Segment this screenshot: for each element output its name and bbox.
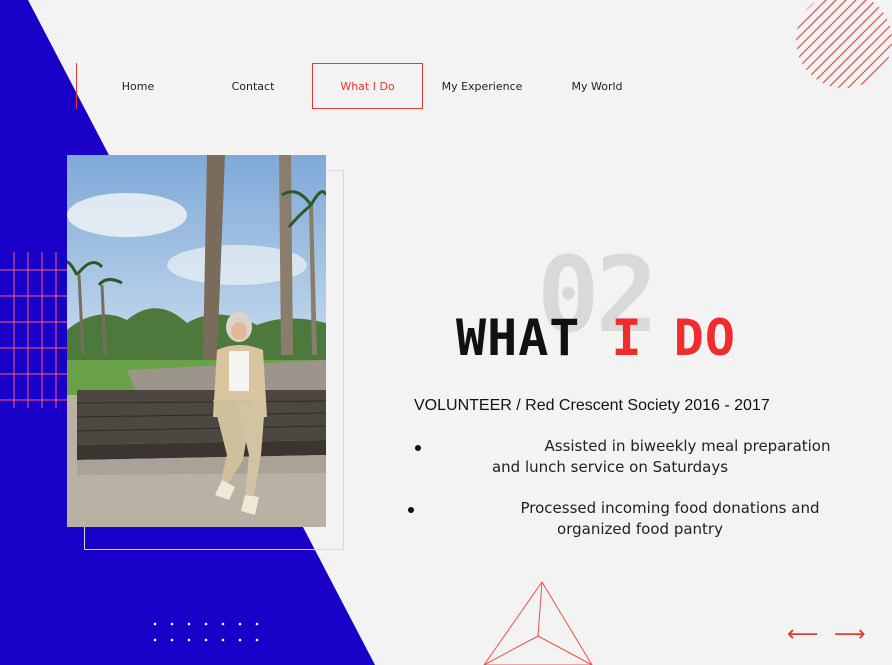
nav-item-contact[interactable]: Contact [212,63,294,109]
experience-item-2-line2: organized food pantry [557,520,723,538]
section-title: WHAT I DO [456,313,736,363]
section-title-part1: WHAT [456,309,581,367]
profile-photo [67,155,326,527]
grid-decoration [0,252,72,408]
hatched-circle-decoration [796,0,892,88]
nav-item-my-world[interactable]: My World [552,63,642,109]
bullet-marker [415,445,421,451]
nav-item-what-i-do[interactable]: What I Do [312,63,423,109]
pyramid-decoration [483,581,593,665]
arrow-left-icon[interactable]: ⟵ [787,624,819,646]
nav-accent-line [76,63,77,109]
role-heading: VOLUNTEER / Red Crescent Society 2016 - … [414,397,770,414]
experience-item-1-line1: Assisted in biweekly meal preparation [544,437,831,455]
dots-decoration [153,622,259,642]
experience-item-1-line2: and lunch service on Saturdays [491,458,729,476]
section-title-part2: I DO [611,309,736,367]
bullet-marker [408,507,414,513]
experience-item-1: Assisted in biweekly meal preparation an… [430,436,860,478]
experience-item-2-line1: Processed incoming food donations and [520,499,820,517]
nav-item-home[interactable]: Home [98,63,178,109]
experience-item-2: Processed incoming food donations and or… [430,498,890,540]
nav-item-my-experience[interactable]: My Experience [434,63,530,109]
arrow-right-icon[interactable]: ⟶ [834,624,866,646]
